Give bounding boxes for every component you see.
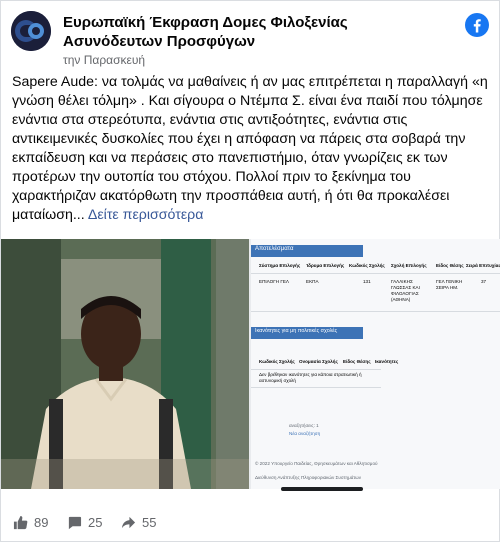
cell-institution: ΕΚΠΑ xyxy=(306,279,319,284)
post-text: Sapere Aude: να τολμάς να μαθαίνεις ή αν… xyxy=(12,73,492,225)
header-rank: Σειρά Επιτυχίας xyxy=(466,263,500,268)
page-avatar[interactable] xyxy=(11,11,51,51)
cell-code: 131 xyxy=(363,279,371,284)
header-place-type: Είδος Θέσης xyxy=(436,263,464,268)
comment-count-value: 25 xyxy=(88,514,103,530)
abilities-note: Δεν βρέθηκαν ικανότητες για κάποια στρατ… xyxy=(259,372,362,383)
divider xyxy=(251,369,381,370)
abilities-title: Ικανότητες για μη πολιτικές σχολές xyxy=(255,328,338,334)
divider xyxy=(251,311,500,312)
student-photo-illustration xyxy=(1,239,249,489)
share-arrow-icon xyxy=(121,516,136,528)
comment-icon xyxy=(68,516,82,529)
divider xyxy=(251,273,500,274)
new-search-link[interactable]: Νέα αναζήτηση xyxy=(289,431,320,436)
see-more-link[interactable]: Δείτε περισσότερα xyxy=(88,207,204,223)
header-system: Σύστημα Επιλογής xyxy=(259,263,301,268)
header2-code: Κωδικός Σχολής xyxy=(259,359,295,364)
cell-school: ΓΑΛΛΙΚΗΣ ΓΛΩΣΣΑΣ ΚΑΙ ΦΙΛΟΛΟΓΙΑΣ (ΑΘΗΝΑ) xyxy=(391,279,420,302)
search-count: αναζητήσεις: 1 xyxy=(289,423,319,428)
like-count-value: 89 xyxy=(34,514,49,530)
results-title: Αποτελέσματα xyxy=(255,246,294,252)
like-count[interactable]: 89 xyxy=(13,513,48,531)
cell-place-type: ΓΕΛ ΓΕΝΙΚΗ ΣΕΙΡΑ ΗΜ. xyxy=(436,279,463,290)
share-count[interactable]: 55 xyxy=(121,513,156,531)
student-photo[interactable] xyxy=(1,239,249,489)
developer-credit: Διεύθυνση Ανάπτυξης Πληροφοριακών Συστημ… xyxy=(255,475,362,480)
header-code: Κωδικός Σχολής xyxy=(349,263,385,268)
post-time[interactable]: την Παρασκευή xyxy=(63,53,145,67)
divider xyxy=(251,387,381,388)
page-logo-icon xyxy=(11,11,51,51)
cell-system: ΕΠΙΛΟΓΗ ΓΕΛ xyxy=(259,279,289,284)
image-scrollbar[interactable] xyxy=(281,487,363,491)
comment-count[interactable]: 25 xyxy=(67,513,102,531)
results-screenshot[interactable]: Αποτελέσματα Σύστημα Επιλογής Ίδρυμα Επι… xyxy=(251,239,500,489)
post-header: Ευρωπαϊκή Έκφραση Δομες Φιλοξενίας Ασυνό… xyxy=(11,11,489,67)
page-name[interactable]: Ευρωπαϊκή Έκφραση Δομες Φιλοξενίας Ασυνό… xyxy=(63,13,443,51)
thumbs-up-icon xyxy=(13,515,28,529)
header2-abilities: Ικανότητες xyxy=(375,359,399,364)
facebook-logo-icon xyxy=(465,13,489,37)
post-body: Sapere Aude: να τολμάς να μαθαίνεις ή αν… xyxy=(12,74,488,223)
facebook-post: Ευρωπαϊκή Έκφραση Δομες Φιλοξενίας Ασυνό… xyxy=(0,0,500,542)
cell-rank: 37 xyxy=(481,279,487,284)
post-images[interactable]: Αποτελέσματα Σύστημα Επιλογής Ίδρυμα Επι… xyxy=(1,239,500,489)
share-count-value: 55 xyxy=(142,514,157,530)
header-school: Σχολή Επιλογής xyxy=(391,263,427,268)
copyright: © 2022 Υπουργείο Παιδείας, Θρησκευμάτων … xyxy=(255,461,378,466)
header2-name: Ονομασία Σχολής xyxy=(299,359,338,364)
header2-place-type: Είδος Θέσης xyxy=(343,359,371,364)
header-institution: Ίδρυμα Επιλογής xyxy=(306,263,345,268)
